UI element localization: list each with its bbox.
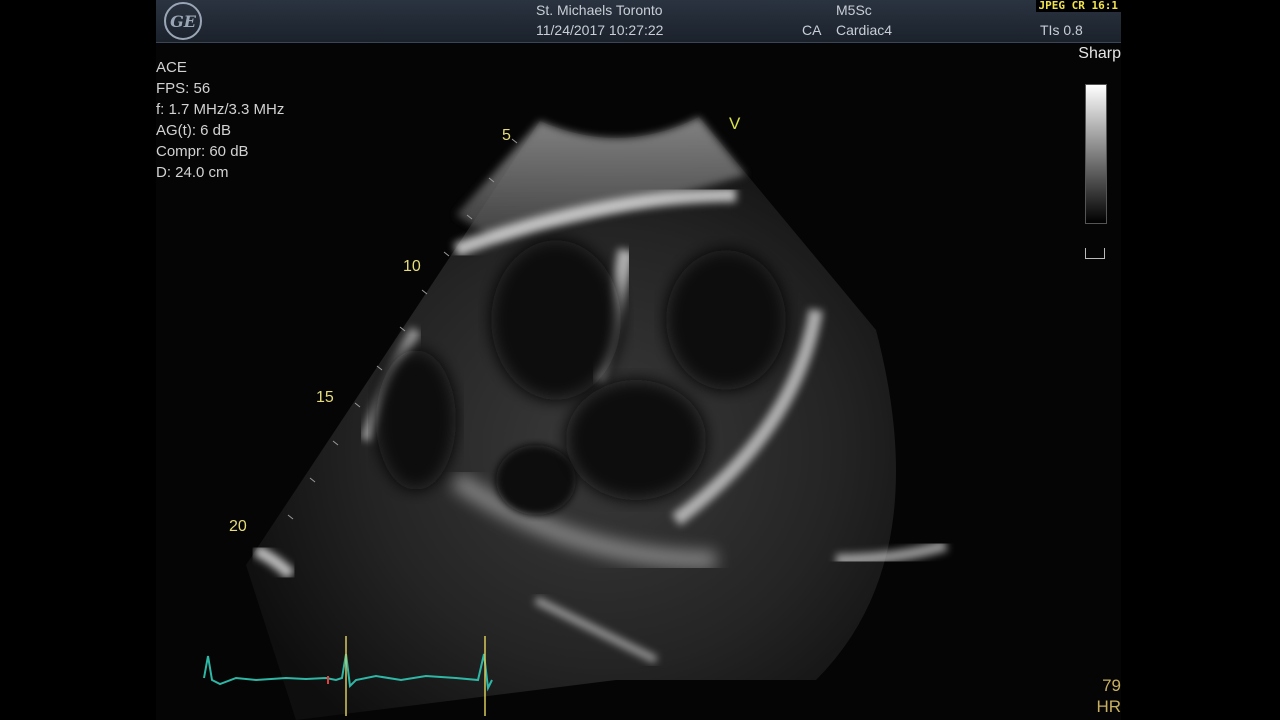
depth-mark-20: 20 (229, 518, 247, 535)
right-atrium (496, 445, 576, 515)
depth-mark-5: 5 (502, 127, 511, 144)
ultrasound-screen: GE St. Michaels Toronto 11/24/2017 10:27… (156, 0, 1121, 720)
right-ventricle (491, 240, 621, 400)
depth-mark-10: 10 (403, 258, 421, 275)
ultrasound-image (203, 117, 948, 720)
outflow-cavity (376, 350, 456, 490)
left-ventricle (666, 250, 786, 390)
hr-label: HR (1096, 697, 1121, 716)
depth-mark-15: 15 (316, 389, 334, 406)
left-atrium (566, 380, 706, 500)
hr-value: 79 (1102, 676, 1121, 695)
v-marker: V (729, 114, 741, 133)
